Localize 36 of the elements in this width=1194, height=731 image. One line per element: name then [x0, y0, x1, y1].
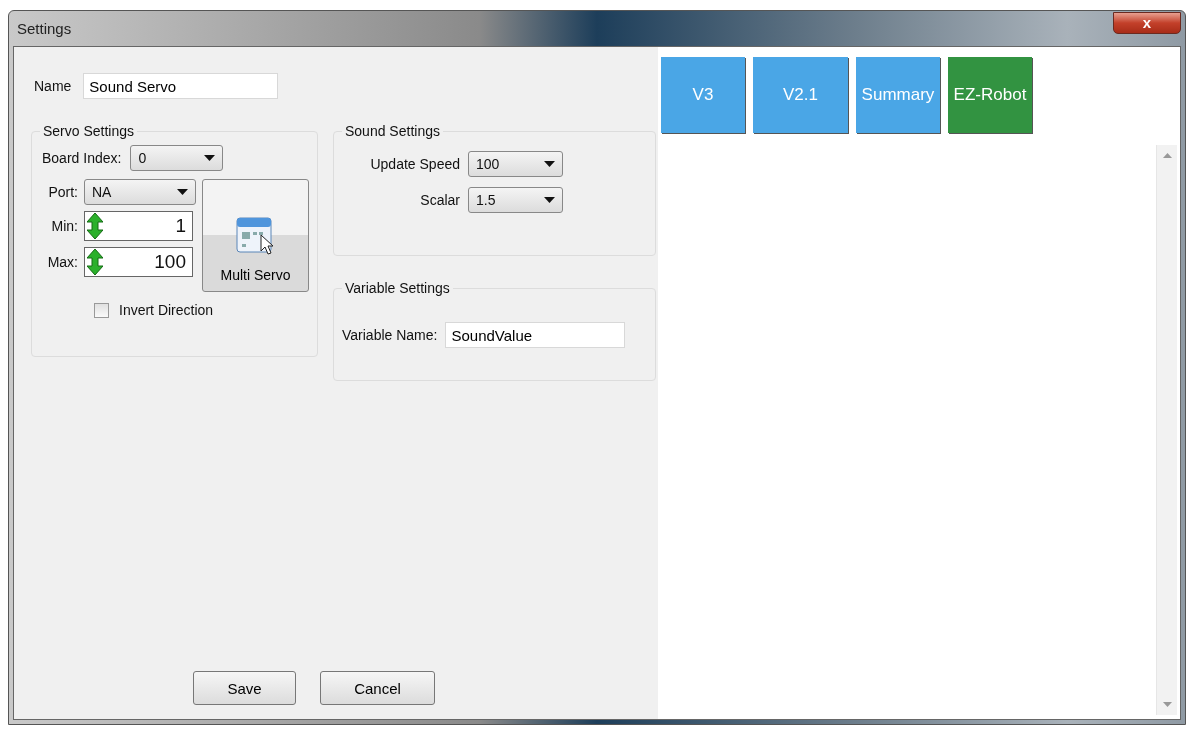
port-dropdown[interactable]: NA	[84, 179, 196, 205]
variable-name-field[interactable]: SoundValue	[445, 322, 626, 348]
name-field[interactable]: Sound Servo	[83, 73, 279, 99]
update-speed-dropdown[interactable]: 100	[468, 151, 563, 177]
spinner-arrows-icon	[87, 213, 103, 239]
group-title: Variable Settings	[344, 280, 451, 296]
field-label: Update Speed	[369, 156, 460, 172]
field-label: Min:	[50, 218, 78, 234]
spinner-arrows-icon	[87, 249, 103, 275]
invert-direction-checkbox[interactable]: Invert Direction	[40, 302, 309, 318]
caret-icon	[544, 161, 555, 167]
min-spinner[interactable]: 1	[84, 211, 193, 241]
window-title: Settings	[16, 20, 72, 37]
caret-icon	[544, 197, 555, 203]
window-cursor-icon	[235, 217, 276, 255]
scrollbar[interactable]	[1156, 145, 1177, 715]
field-label: Board Index:	[42, 150, 122, 166]
caret-icon	[204, 155, 216, 161]
field-label: Max:	[46, 254, 78, 270]
close-button[interactable]: x	[1113, 11, 1181, 34]
scroll-down-icon	[1162, 702, 1172, 707]
max-spinner[interactable]: 100	[84, 247, 193, 277]
field-label: Scalar	[419, 192, 460, 208]
group-title: Sound Settings	[344, 123, 441, 139]
dialog-button[interactable]: Cancel	[320, 671, 435, 705]
field-label: Name	[34, 78, 72, 94]
multi-servo-button[interactable]: Multi Servo	[202, 179, 309, 292]
scalar-dropdown[interactable]: 1.5	[468, 187, 563, 213]
field-label: Variable Name:	[342, 327, 438, 343]
board-index-dropdown[interactable]: 0	[130, 145, 224, 171]
dialog-button[interactable]: Save	[193, 671, 296, 705]
field-label: Port:	[47, 184, 78, 200]
caret-icon	[177, 189, 188, 195]
group-title: Servo Settings	[42, 123, 136, 139]
scroll-up-icon	[1162, 153, 1172, 158]
tab[interactable]: EZ-Robot	[948, 57, 1032, 133]
